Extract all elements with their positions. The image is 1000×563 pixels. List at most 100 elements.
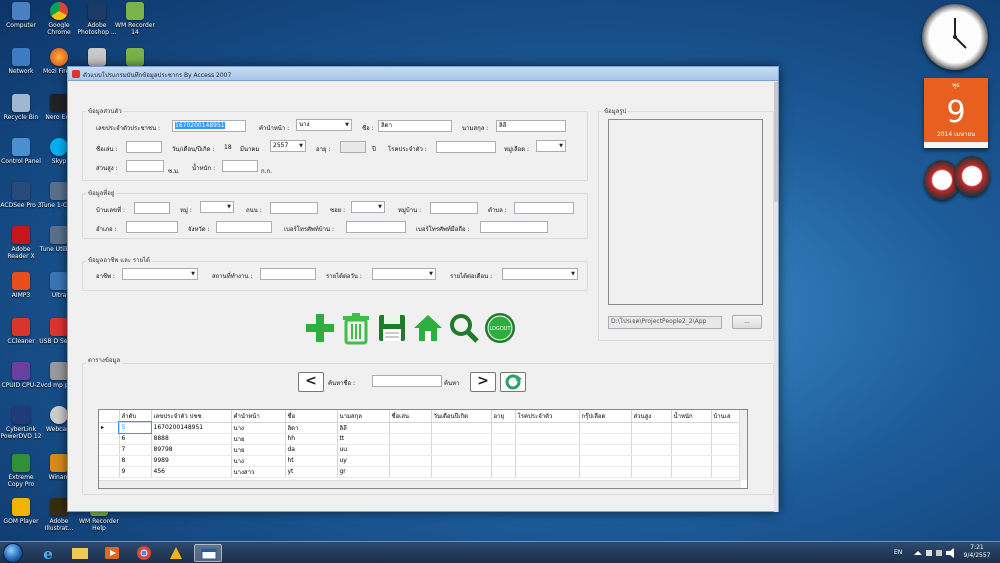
desktop-icon-computer[interactable]: Computer — [0, 2, 42, 29]
title-bar[interactable]: ตัวแบบโปรแกรมบันทึกข้อมูลประชากร By Acce… — [68, 67, 778, 81]
prefix-select[interactable]: นาง — [296, 119, 352, 131]
taskbar-ie[interactable]: e — [34, 544, 62, 563]
grid-cell[interactable]: ลิดา — [285, 422, 338, 434]
daily-income-select[interactable] — [372, 268, 436, 280]
grid-cell[interactable] — [671, 466, 712, 478]
grid-cell[interactable]: นาง — [231, 422, 286, 434]
column-header[interactable]: วันเดือนปีเกิด — [431, 410, 492, 423]
refresh-button[interactable] — [500, 372, 526, 392]
desktop-icon-wm-recorder[interactable]: WM Recorder 14 — [114, 2, 156, 36]
window-scrollbar-thumb[interactable] — [774, 82, 778, 202]
column-header[interactable]: ส่วนสูง — [631, 410, 672, 423]
grid-horizontal-scrollbar[interactable] — [99, 480, 741, 488]
desktop-icon-unknown-1[interactable] — [76, 48, 118, 68]
search-button[interactable] — [447, 311, 481, 345]
taskbar-active-window[interactable] — [194, 544, 222, 562]
desktop-icon-extreme-copy[interactable]: Extreme Copy Pro — [0, 454, 42, 488]
calendar-gadget[interactable]: พุธ 9 2014 เมษายน — [924, 78, 988, 148]
grid-cell[interactable] — [579, 444, 632, 456]
column-header[interactable]: คำนำหน้า — [231, 410, 286, 423]
grid-cell[interactable]: da — [285, 444, 338, 456]
grid-cell[interactable]: uy — [337, 455, 390, 467]
prev-button[interactable]: < — [298, 372, 324, 392]
village-field[interactable] — [430, 202, 478, 214]
birth-month[interactable]: มีนาคม — [240, 144, 259, 154]
delete-button[interactable] — [339, 311, 373, 345]
amphoe-field[interactable] — [126, 221, 178, 233]
photo-path-field[interactable]: D:\โปรเจค\ProjectPeople2_2\App — [608, 316, 722, 329]
grid-cell[interactable]: tt — [337, 433, 390, 445]
grid-cell[interactable] — [515, 466, 580, 478]
desktop-icon-acdsee[interactable]: ACDSee Pro 3 — [0, 182, 42, 209]
grid-cell[interactable] — [671, 444, 712, 456]
grid-cell[interactable] — [671, 433, 712, 445]
grid-cell[interactable]: นาย — [231, 444, 286, 456]
id-field[interactable]: 1670200148951 — [172, 120, 246, 132]
grid-cell[interactable] — [579, 466, 632, 478]
grid-cell[interactable]: ลิลี — [337, 422, 390, 434]
add-button[interactable] — [303, 311, 337, 345]
table-row[interactable]: 9 456 นางสาว yt gr — [99, 466, 742, 478]
column-header[interactable]: นามสกุล — [337, 410, 390, 423]
grid-cell[interactable] — [711, 433, 742, 445]
province-field[interactable] — [216, 221, 272, 233]
desktop-icon-network[interactable]: Network — [0, 48, 42, 75]
data-grid[interactable]: ลำดับ เลขประจำตัว ปชช คำนำหน้า ชื่อ นามส… — [98, 409, 748, 489]
grid-cell[interactable]: 8 — [119, 455, 152, 467]
grid-cell[interactable]: hh — [285, 433, 338, 445]
table-row[interactable]: 7 89798 นาย da uu — [99, 444, 742, 456]
surname-field[interactable]: ลิลี — [496, 120, 566, 132]
grid-cell[interactable]: นาง — [231, 455, 286, 467]
grid-cell[interactable] — [491, 466, 516, 478]
grid-cell[interactable]: yt — [285, 466, 338, 478]
desktop-icon-ccleaner[interactable]: CCleaner — [0, 318, 42, 345]
grid-cell[interactable] — [389, 455, 432, 467]
tray-icons[interactable] — [912, 542, 960, 563]
save-button[interactable] — [375, 311, 409, 345]
memory-meter-gadget[interactable] — [954, 156, 990, 196]
grid-cell[interactable] — [515, 422, 580, 434]
grid-cell[interactable] — [431, 422, 492, 434]
desktop-icon-gom-player[interactable]: GOM Player — [0, 498, 42, 525]
desktop-icon-cpuz[interactable]: CPUID CPU-Z — [0, 362, 42, 389]
grid-cell[interactable]: gr — [337, 466, 390, 478]
grid-cell[interactable] — [389, 466, 432, 478]
grid-cell[interactable]: นาย — [231, 433, 286, 445]
main-window[interactable]: ตัวแบบโปรแกรมบันทึกข้อมูลประชากร By Acce… — [67, 66, 779, 512]
grid-cell[interactable] — [431, 433, 492, 445]
road-field[interactable] — [270, 202, 318, 214]
taskbar-explorer[interactable] — [66, 544, 94, 562]
grid-cell[interactable] — [491, 433, 516, 445]
grid-cell[interactable]: 456 — [151, 466, 232, 478]
grid-cell[interactable] — [671, 455, 712, 467]
taskbar-media[interactable] — [98, 544, 126, 562]
grid-cell[interactable] — [631, 422, 672, 434]
column-header[interactable]: ลำดับ — [119, 410, 152, 423]
taskbar-chrome[interactable] — [130, 544, 158, 562]
grid-cell[interactable]: 1670200148951 — [151, 422, 232, 434]
tambon-field[interactable] — [514, 202, 574, 214]
desktop-icon-adobe-reader[interactable]: Adobe Reader X — [0, 226, 42, 260]
blood-select[interactable] — [536, 140, 566, 152]
soi-select[interactable] — [351, 201, 385, 213]
grid-cell[interactable] — [389, 433, 432, 445]
grid-cell[interactable]: 5 — [118, 421, 152, 434]
grid-cell[interactable]: 8888 — [151, 433, 232, 445]
name-field[interactable]: ลิดา — [378, 120, 452, 132]
grid-cell[interactable] — [389, 422, 432, 434]
mobile-field[interactable] — [480, 221, 548, 233]
grid-cell[interactable]: 9 — [119, 466, 152, 478]
grid-cell[interactable] — [711, 444, 742, 456]
column-header[interactable]: เลขประจำตัว ปชช — [151, 410, 232, 423]
next-button[interactable]: > — [470, 372, 496, 392]
column-header[interactable]: โรคประจำตัว — [515, 410, 580, 423]
table-row[interactable]: ▸ 5 1670200148951 นาง ลิดา ลิลี — [99, 421, 742, 434]
grid-cell[interactable] — [491, 444, 516, 456]
occupation-select[interactable] — [122, 268, 198, 280]
height-field[interactable] — [126, 160, 164, 172]
weight-field[interactable] — [222, 160, 258, 172]
column-header[interactable]: ชื่อ — [285, 410, 338, 423]
browse-button[interactable]: ... — [732, 315, 762, 329]
search-go-label[interactable]: ค้นหา — [444, 378, 459, 388]
desktop-icon-chrome[interactable]: Google Chrome — [38, 2, 80, 36]
